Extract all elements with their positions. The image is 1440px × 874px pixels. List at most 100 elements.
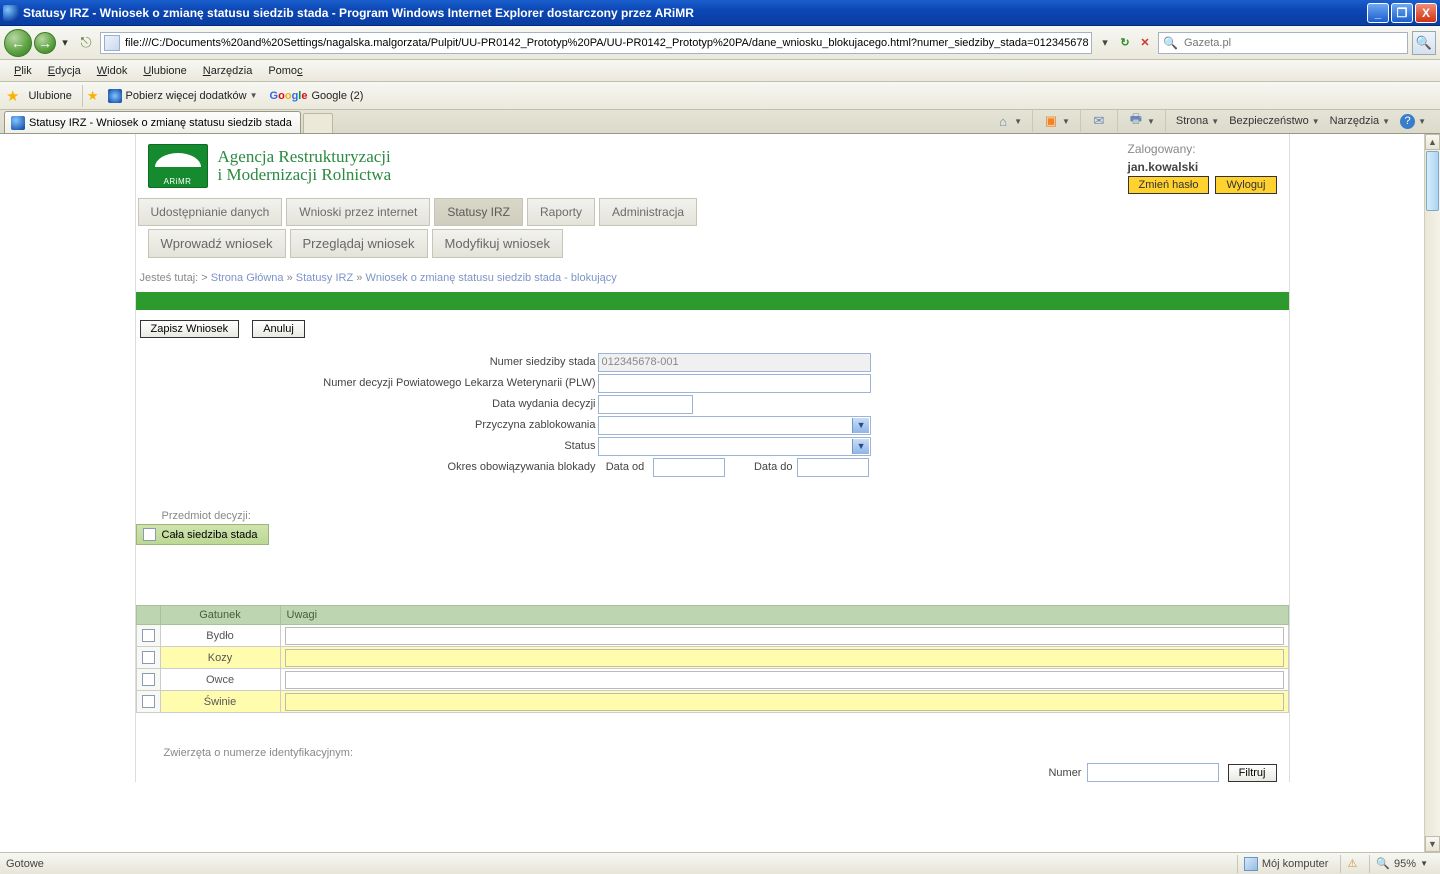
nav-modyfikuj[interactable]: Modyfikuj wniosek [432,229,564,258]
tools-menu-label: Narzędzia [1330,115,1380,127]
input-herd-number [598,353,871,372]
save-button[interactable]: Zapisz Wniosek [140,320,240,338]
nav-wprowadz[interactable]: Wprowadź wniosek [148,229,286,258]
remarks-input[interactable] [285,671,1284,689]
home-button[interactable]: ⌂▼ [991,111,1026,131]
zoom-icon: 🔍 [1376,857,1390,870]
new-tab-button[interactable] [303,113,333,133]
nav-administracja[interactable]: Administracja [599,198,697,226]
site-header: Agencja Restrukturyzacji i Modernizacji … [136,134,1289,198]
print-button[interactable]: 🖶▼ [1124,111,1159,131]
nav-raporty[interactable]: Raporty [527,198,595,226]
scroll-down-button[interactable]: ▼ [1425,836,1440,852]
go-refresh-button[interactable]: ↻ [1116,34,1134,52]
menu-plik[interactable]: Plik [6,62,40,80]
brand-line2: i Modernizacji Rolnictwa [218,166,392,184]
animals-label: Zwierzęta o numerze identyfikacyjnym: [136,747,1289,763]
scroll-track[interactable] [1425,150,1440,836]
col-species: Gatunek [160,606,280,625]
google-shortcut[interactable]: Google Google (2) [264,88,370,104]
table-row: Bydło [136,625,1288,647]
col-check [136,606,160,625]
number-input[interactable] [1087,763,1219,782]
tools-menu[interactable]: Narzędzia▼ [1326,113,1394,129]
form-actions: Zapisz Wniosek Anuluj [136,310,1289,348]
nav-statusy-irz[interactable]: Statusy IRZ [434,198,523,226]
back-button[interactable]: ← [4,29,32,57]
change-password-button[interactable]: Zmień hasło [1128,176,1210,194]
arimr-logo [148,144,208,188]
safety-menu[interactable]: Bezpieczeństwo▼ [1225,113,1323,129]
suggested-sites-icon[interactable]: ★ [87,88,99,104]
table-row: Świnie [136,691,1288,713]
address-dropdown[interactable]: ▾ [1096,34,1114,52]
species-cell: Bydło [160,625,280,647]
row-checkbox[interactable] [142,629,155,642]
menu-narzedzia[interactable]: Narzędzia [195,62,261,80]
page-menu[interactable]: Strona▼ [1172,113,1223,129]
nav-udostepnianie[interactable]: Udostępnianie danych [138,198,283,226]
mail-button[interactable]: ✉ [1087,111,1111,131]
remarks-input[interactable] [285,649,1284,667]
window-maximize-button[interactable]: ❐ [1391,3,1413,23]
home-icon: ⌂ [995,113,1011,129]
zoom-control[interactable]: 🔍 95% ▼ [1369,855,1434,873]
status-text: Gotowe [6,858,44,870]
address-bar[interactable] [100,32,1092,54]
feeds-button[interactable]: ▣▼ [1039,111,1074,131]
row-checkbox[interactable] [142,673,155,686]
input-date-to[interactable] [797,458,869,477]
search-box[interactable]: 🔍 [1158,32,1408,54]
filter-button[interactable]: Filtruj [1228,764,1277,782]
species-cell: Owce [160,669,280,691]
menu-ulubione[interactable]: Ulubione [135,62,194,80]
whole-herd-checkbox[interactable] [143,528,156,541]
window-minimize-button[interactable]: _ [1367,3,1389,23]
window-close-button[interactable]: X [1415,3,1437,23]
remarks-input[interactable] [285,693,1284,711]
zoom-value: 95% [1394,858,1416,870]
row-checkbox[interactable] [142,651,155,664]
cancel-button[interactable]: Anuluj [252,320,305,338]
history-dropdown[interactable]: ▾ [58,32,72,54]
scroll-thumb[interactable] [1426,151,1439,211]
col-remarks: Uwagi [280,606,1288,625]
logout-button[interactable]: Wyloguj [1215,176,1276,194]
search-input[interactable] [1182,36,1407,50]
breadcrumb-home[interactable]: Strona Główna [211,272,284,284]
favorites-button[interactable]: Ulubione [22,88,77,104]
input-decision-date[interactable] [598,395,693,414]
address-input[interactable] [123,37,1091,49]
table-row: Owce [136,669,1288,691]
scroll-up-button[interactable]: ▲ [1425,134,1440,150]
nav-przegladaj[interactable]: Przeglądaj wniosek [290,229,428,258]
help-button[interactable]: ?▼ [1396,112,1430,131]
favorites-star-icon[interactable]: ★ [6,87,19,105]
remarks-input[interactable] [285,627,1284,645]
breadcrumb: Jesteś tutaj: > Strona Główna » Statusy … [136,264,1289,292]
breadcrumb-statusy[interactable]: Statusy IRZ [296,272,353,284]
menu-edycja[interactable]: Edycja [40,62,89,80]
input-plw-decision[interactable] [598,374,871,393]
vertical-scrollbar[interactable]: ▲ ▼ [1424,134,1440,852]
zone-indicator: Mój komputer [1237,855,1335,873]
select-status[interactable]: ▼ [598,437,871,456]
select-block-reason[interactable]: ▼ [598,416,871,435]
page-scroll-area: Agencja Restrukturyzacji i Modernizacji … [0,134,1424,852]
rss-icon: ▣ [1043,113,1059,129]
menu-widok[interactable]: Widok [89,62,136,80]
get-more-addons[interactable]: Pobierz więcej dodatków ▼ [102,87,264,105]
row-checkbox[interactable] [142,695,155,708]
input-date-from[interactable] [653,458,725,477]
breadcrumb-prefix: Jesteś tutaj: > [140,272,211,284]
search-go-button[interactable]: 🔍 [1412,31,1436,55]
decision-subject-label: Przedmiot decyzji: [136,508,1289,524]
whole-herd-checkbox-row[interactable]: Cała siedziba stada [136,524,269,545]
zoom-dropdown-icon[interactable]: ▼ [1420,859,1428,868]
nav-wnioski-internet[interactable]: Wnioski przez internet [286,198,430,226]
forward-button[interactable]: → [34,32,56,54]
stop-button[interactable]: ✕ [1136,34,1154,52]
breadcrumb-current[interactable]: Wniosek o zmianę statusu siedzib stada -… [365,272,616,284]
menu-pomoc[interactable]: Pomoc [260,62,310,80]
tab-active[interactable]: Statusy IRZ - Wniosek o zmianę statusu s… [4,111,301,133]
